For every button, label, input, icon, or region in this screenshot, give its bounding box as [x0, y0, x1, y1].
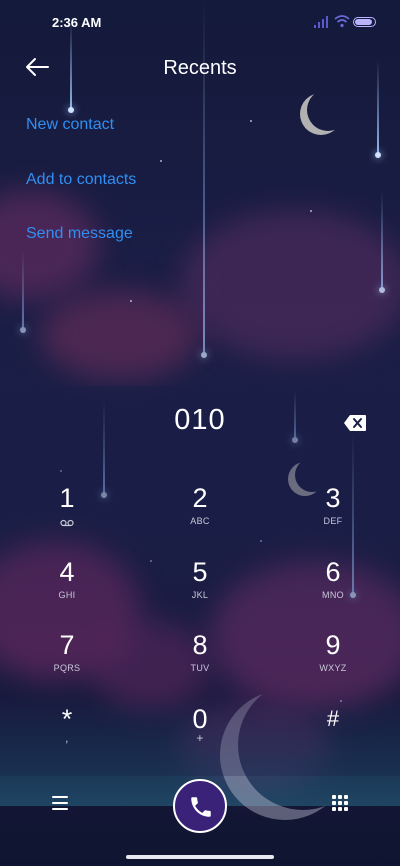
key-7[interactable]: 7 PQRS	[7, 629, 127, 699]
key-0[interactable]: 0 +	[140, 703, 260, 773]
menu-icon[interactable]	[52, 795, 70, 811]
key-letters: ABC	[190, 516, 210, 526]
keypad-icon[interactable]	[332, 795, 350, 813]
key-digit: 9	[325, 630, 341, 660]
dialed-number: 010	[174, 404, 226, 436]
key-6[interactable]: 6 MNO	[273, 556, 393, 626]
phone-icon	[191, 797, 211, 817]
key-letters: +	[196, 731, 204, 745]
key-digit: #	[326, 706, 340, 731]
key-digit: 8	[192, 630, 208, 660]
key-4[interactable]: 4 GHI	[7, 556, 127, 626]
key-digit: 6	[325, 557, 341, 587]
key-letters: WXYZ	[319, 663, 347, 673]
key-digit: 3	[325, 483, 341, 513]
key-letters: GHI	[58, 590, 76, 600]
battery-icon	[353, 17, 376, 27]
status-bar: 2:36 AM	[0, 0, 400, 44]
key-digit: 1	[59, 483, 75, 513]
key-5[interactable]: 5 JKL	[140, 556, 260, 626]
key-digit: 5	[192, 557, 208, 587]
key-1[interactable]: 1	[7, 482, 127, 552]
add-to-contacts-link[interactable]: Add to contacts	[26, 171, 136, 189]
key-letters: DEF	[323, 516, 343, 526]
signal-icon	[314, 16, 328, 28]
voicemail-icon	[60, 519, 74, 527]
send-message-link[interactable]: Send message	[26, 225, 133, 243]
key-2[interactable]: 2 ABC	[140, 482, 260, 552]
key-letters: MNO	[322, 590, 344, 600]
key-letters: JKL	[191, 590, 209, 600]
page-title: Recents	[163, 57, 237, 79]
new-contact-link[interactable]: New contact	[26, 116, 114, 134]
key-3[interactable]: 3 DEF	[273, 482, 393, 552]
call-button[interactable]	[173, 779, 227, 833]
key-digit: 4	[59, 557, 75, 587]
key-digit: 2	[192, 483, 208, 513]
home-indicator[interactable]	[126, 855, 274, 859]
backspace-icon[interactable]	[343, 414, 367, 432]
key-digit: 7	[59, 630, 75, 660]
status-time: 2:36 AM	[52, 15, 102, 30]
key-letters: PQRS	[53, 663, 81, 673]
key-8[interactable]: 8 TUV	[140, 629, 260, 699]
key-letters: ,	[65, 731, 69, 745]
key-star[interactable]: * ,	[7, 703, 127, 773]
wifi-icon	[334, 15, 350, 28]
key-letters: TUV	[190, 663, 210, 673]
key-hash[interactable]: #	[273, 703, 393, 773]
key-9[interactable]: 9 WXYZ	[273, 629, 393, 699]
